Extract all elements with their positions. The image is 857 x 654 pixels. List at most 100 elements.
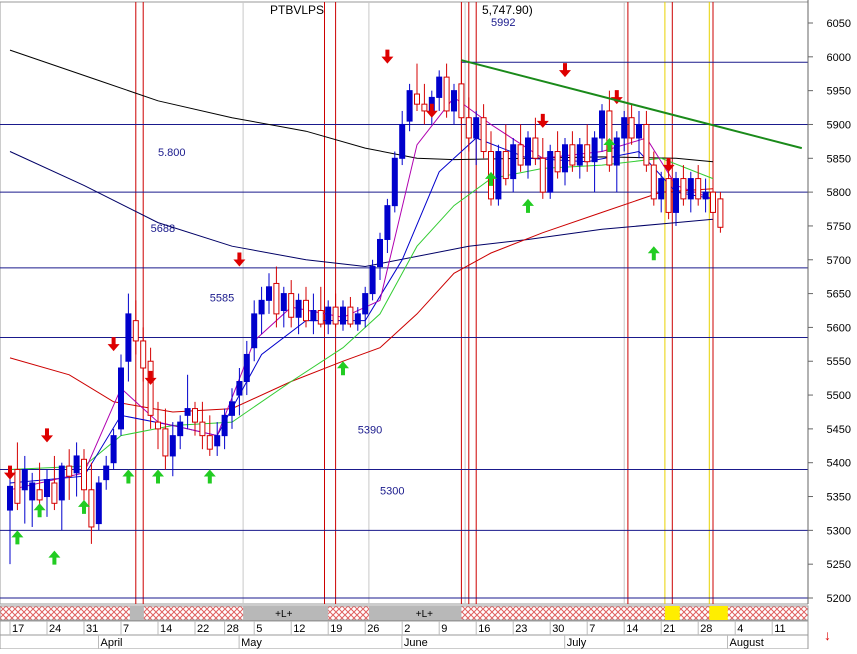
candle-body — [258, 299, 265, 315]
x-tick-label: 30 — [552, 623, 564, 635]
x-tick-label: 24 — [49, 623, 61, 635]
candle-body — [539, 157, 546, 193]
level-label: 5688 — [151, 223, 175, 235]
candle-body — [621, 117, 628, 139]
candle-body — [362, 293, 369, 315]
candle-body — [680, 178, 687, 200]
candle-body — [51, 482, 58, 504]
corner-arrow-icon: ↓ — [824, 627, 831, 643]
candle-body — [332, 306, 339, 325]
candle-body — [251, 313, 258, 349]
candle-body — [613, 137, 620, 166]
y-tick-label: 5200 — [827, 593, 851, 605]
candle-body — [502, 151, 509, 180]
candle-body — [44, 479, 50, 498]
candle-body — [177, 421, 184, 437]
y-tick-label: 5500 — [827, 390, 851, 402]
candle-body — [88, 489, 95, 528]
month-label: August — [730, 637, 764, 649]
candle-body — [710, 191, 716, 213]
last-value-label: 5,747.90) — [482, 3, 533, 17]
candle-body — [169, 435, 176, 457]
candle-body — [480, 117, 487, 153]
candle-body — [36, 489, 43, 501]
y-tick-label: 5800 — [827, 187, 851, 199]
candle-body — [155, 421, 161, 430]
candle-body — [132, 320, 139, 342]
candle-body — [354, 313, 361, 325]
candle-body — [421, 103, 428, 112]
y-tick-label: 5700 — [827, 255, 851, 267]
y-tick-label: 5400 — [827, 458, 851, 470]
level-label: 5.800 — [158, 147, 186, 159]
candle-body — [317, 310, 324, 325]
x-tick-label: 2 — [404, 623, 410, 635]
chart-title: PTBVLPS — [270, 3, 324, 17]
candle-body — [591, 137, 598, 163]
candle-body — [73, 455, 80, 474]
candle-body — [125, 313, 132, 362]
x-tick-label: 14 — [626, 623, 638, 635]
candle-body — [554, 151, 561, 173]
y-tick-label: 5750 — [827, 221, 851, 233]
x-tick-label: 26 — [367, 623, 379, 635]
candle-body — [525, 137, 531, 166]
candle-body — [636, 123, 642, 139]
level-label: 5992 — [491, 17, 515, 29]
y-tick-label: 5850 — [827, 153, 851, 165]
candle-body — [95, 482, 102, 525]
candle-body — [110, 435, 117, 464]
level-label: 5390 — [358, 424, 382, 436]
candle-body — [391, 157, 398, 207]
candle — [391, 151, 398, 213]
candle-body — [347, 306, 354, 325]
x-tick-label: 5 — [256, 623, 262, 635]
candle-body — [81, 458, 87, 491]
candle-body — [303, 299, 309, 322]
chart-container: 5992 5.800 5688 5585 5390 5300 5200 5250 5300 53… — [0, 0, 857, 650]
candle-body — [214, 435, 221, 447]
candle-body — [29, 482, 36, 501]
x-tick-label: 4 — [737, 623, 743, 635]
candle-body — [495, 151, 502, 200]
x-tick-label: 7 — [589, 623, 595, 635]
x-tick-label: 31 — [86, 623, 98, 635]
x-tick-label: 22 — [197, 623, 209, 635]
price-axis: 5200 5250 5300 5350 5400 5450 5500 5550 5600 5650… — [807, 0, 857, 620]
x-tick-label: 19 — [330, 623, 342, 635]
candle-body — [206, 435, 213, 450]
x-tick-label: 28 — [227, 623, 239, 635]
y-tick-label: 5650 — [827, 289, 851, 301]
x-tick-label: 12 — [293, 623, 305, 635]
candle-body — [673, 178, 679, 213]
candle — [495, 144, 502, 206]
candle-body — [103, 465, 110, 481]
y-tick-label: 5950 — [827, 86, 851, 98]
candle-body — [562, 144, 568, 173]
candle-body — [14, 468, 21, 504]
timeline-gray-block — [129, 606, 144, 620]
candle-body — [162, 428, 169, 457]
y-tick-label: 5250 — [827, 559, 851, 571]
candle-body — [21, 468, 28, 491]
candle — [547, 144, 554, 199]
candle-body — [236, 381, 243, 396]
candle-body — [192, 408, 198, 423]
candle-body — [384, 205, 391, 240]
candle-body — [628, 117, 635, 139]
timeline-label: +L+ — [275, 609, 292, 620]
candle-body — [414, 93, 420, 105]
candle-body — [576, 144, 583, 166]
candle — [95, 476, 102, 531]
candle-body — [436, 76, 443, 98]
plot-background — [0, 1, 809, 605]
candle-body — [377, 238, 383, 268]
candle-body — [118, 367, 124, 430]
time-axis: +L+ +L+ 17 24 31 7 14 22 28 5 12 19 26 2 9 16 23 30 7 14 21 2… — [0, 605, 809, 650]
candle-body — [184, 408, 191, 416]
candle-body — [665, 178, 672, 213]
candle-body — [295, 299, 302, 318]
candle-body — [273, 282, 280, 315]
candle-body — [695, 178, 702, 200]
candle-body — [473, 117, 480, 139]
